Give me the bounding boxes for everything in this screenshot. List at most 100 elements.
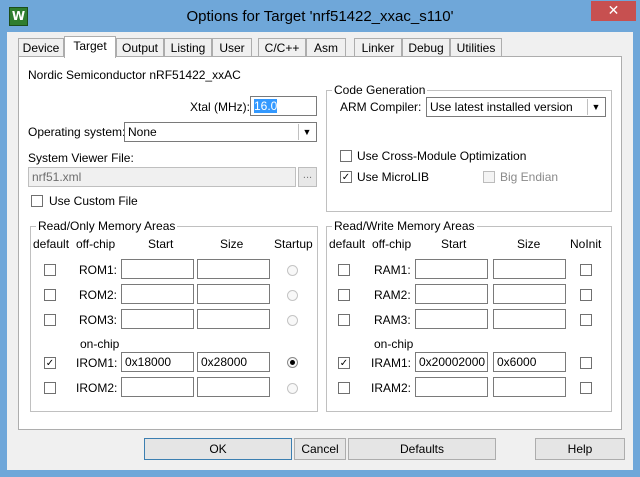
- code-generation-title: Code Generation: [332, 83, 428, 97]
- ram3-noinit-checkbox[interactable]: [580, 314, 592, 326]
- tab-debug[interactable]: Debug: [402, 38, 450, 57]
- ro-header-default: default: [33, 237, 70, 251]
- irom2-label: IROM2:: [76, 381, 118, 395]
- ram3-start-input[interactable]: [415, 309, 488, 329]
- ro-memory-title: Read/Only Memory Areas: [36, 219, 178, 233]
- xtal-value: 16.0: [254, 99, 278, 113]
- big-endian-label: Big Endian: [500, 170, 559, 184]
- iram1-start-input[interactable]: 0x20002000: [415, 352, 488, 372]
- device-name: Nordic Semiconductor nRF51422_xxAC: [28, 68, 241, 82]
- ro-header-start: Start: [148, 237, 174, 251]
- rw-header-size: Size: [517, 237, 541, 251]
- chevron-down-icon: ▼: [587, 99, 604, 115]
- rom3-start-input[interactable]: [121, 309, 194, 329]
- rom1-label: ROM1:: [79, 263, 118, 277]
- tab-utilities[interactable]: Utilities: [450, 38, 502, 57]
- use-custom-file-checkbox[interactable]: [31, 195, 43, 207]
- tab-device[interactable]: Device: [18, 38, 64, 57]
- iram2-default-checkbox[interactable]: [338, 382, 350, 394]
- arm-compiler-label: ARM Compiler:: [340, 100, 422, 114]
- ro-header-size: Size: [220, 237, 244, 251]
- title-bar[interactable]: W Options for Target 'nrf51422_xxac_s110…: [0, 0, 640, 32]
- tab-linker[interactable]: Linker: [354, 38, 402, 57]
- ro-onchip-label: on-chip: [80, 337, 120, 351]
- window-title: Options for Target 'nrf51422_xxac_s110': [186, 8, 454, 25]
- iram2-label: IRAM2:: [371, 381, 412, 395]
- rw-header-offchip: off-chip: [372, 237, 412, 251]
- iram1-size-input[interactable]: 0x6000: [493, 352, 566, 372]
- xtal-label: Xtal (MHz):: [190, 100, 250, 114]
- tab-user[interactable]: User: [212, 38, 252, 57]
- use-custom-file-label: Use Custom File: [49, 194, 138, 208]
- svf-browse-button[interactable]: ...: [298, 167, 317, 187]
- rom2-startup-radio[interactable]: [287, 290, 298, 301]
- irom1-size-input[interactable]: 0x28000: [197, 352, 270, 372]
- irom1-startup-radio[interactable]: [287, 357, 298, 368]
- irom1-default-checkbox[interactable]: ✓: [44, 357, 56, 369]
- irom1-label: IROM1:: [76, 356, 118, 370]
- cross-module-label: Use Cross-Module Optimization: [357, 149, 527, 163]
- big-endian-checkbox[interactable]: [483, 171, 495, 183]
- xtal-input[interactable]: 16.0: [250, 96, 317, 116]
- svf-label: System Viewer File:: [28, 151, 134, 165]
- rom2-label: ROM2:: [79, 288, 118, 302]
- rom2-size-input[interactable]: [197, 284, 270, 304]
- ram1-default-checkbox[interactable]: [338, 264, 350, 276]
- ram2-label: RAM2:: [374, 288, 411, 302]
- microlib-label: Use MicroLIB: [357, 170, 430, 184]
- ram2-size-input[interactable]: [493, 284, 566, 304]
- ram3-size-input[interactable]: [493, 309, 566, 329]
- ram1-label: RAM1:: [374, 263, 411, 277]
- iram1-label: IRAM1:: [371, 356, 412, 370]
- iram2-size-input[interactable]: [493, 377, 566, 397]
- iram2-start-input[interactable]: [415, 377, 488, 397]
- tab-asm[interactable]: Asm: [306, 38, 346, 57]
- ram2-default-checkbox[interactable]: [338, 289, 350, 301]
- irom2-start-input[interactable]: [121, 377, 194, 397]
- rom3-startup-radio[interactable]: [287, 315, 298, 326]
- ram2-start-input[interactable]: [415, 284, 488, 304]
- svf-input[interactable]: nrf51.xml: [28, 167, 296, 187]
- irom2-startup-radio[interactable]: [287, 383, 298, 394]
- ro-header-offchip: off-chip: [76, 237, 116, 251]
- rom2-default-checkbox[interactable]: [44, 289, 56, 301]
- cross-module-checkbox[interactable]: [340, 150, 352, 162]
- defaults-button[interactable]: Defaults: [348, 438, 496, 460]
- iram1-default-checkbox[interactable]: ✓: [338, 357, 350, 369]
- ram3-default-checkbox[interactable]: [338, 314, 350, 326]
- cancel-button[interactable]: Cancel: [294, 438, 346, 460]
- tab-target[interactable]: Target: [64, 36, 116, 58]
- ok-button[interactable]: OK: [144, 438, 292, 460]
- iram2-noinit-checkbox[interactable]: [580, 382, 592, 394]
- rom1-startup-radio[interactable]: [287, 265, 298, 276]
- rw-header-start: Start: [441, 237, 467, 251]
- ram1-size-input[interactable]: [493, 259, 566, 279]
- rom3-size-input[interactable]: [197, 309, 270, 329]
- arm-compiler-value: Use latest installed version: [430, 100, 573, 114]
- rom1-start-input[interactable]: [121, 259, 194, 279]
- irom1-start-input[interactable]: 0x18000: [121, 352, 194, 372]
- rom1-default-checkbox[interactable]: [44, 264, 56, 276]
- os-select[interactable]: None ▼: [124, 122, 317, 142]
- ram2-noinit-checkbox[interactable]: [580, 289, 592, 301]
- iram1-noinit-checkbox[interactable]: [580, 357, 592, 369]
- tab-listing[interactable]: Listing: [164, 38, 212, 57]
- ram3-label: RAM3:: [374, 313, 411, 327]
- rw-header-noinit: NoInit: [570, 237, 602, 251]
- microlib-checkbox[interactable]: ✓: [340, 171, 352, 183]
- help-button[interactable]: Help: [535, 438, 625, 460]
- radio-selected-dot: [290, 360, 295, 365]
- ram1-start-input[interactable]: [415, 259, 488, 279]
- irom2-default-checkbox[interactable]: [44, 382, 56, 394]
- rom1-size-input[interactable]: [197, 259, 270, 279]
- tab-cc[interactable]: C/C++: [258, 38, 306, 57]
- ro-header-startup: Startup: [274, 237, 313, 251]
- rom3-default-checkbox[interactable]: [44, 314, 56, 326]
- arm-compiler-select[interactable]: Use latest installed version ▼: [426, 97, 606, 117]
- close-button[interactable]: ✕: [591, 1, 636, 21]
- rom2-start-input[interactable]: [121, 284, 194, 304]
- ram1-noinit-checkbox[interactable]: [580, 264, 592, 276]
- irom2-size-input[interactable]: [197, 377, 270, 397]
- tab-output[interactable]: Output: [116, 38, 164, 57]
- rw-header-default: default: [329, 237, 366, 251]
